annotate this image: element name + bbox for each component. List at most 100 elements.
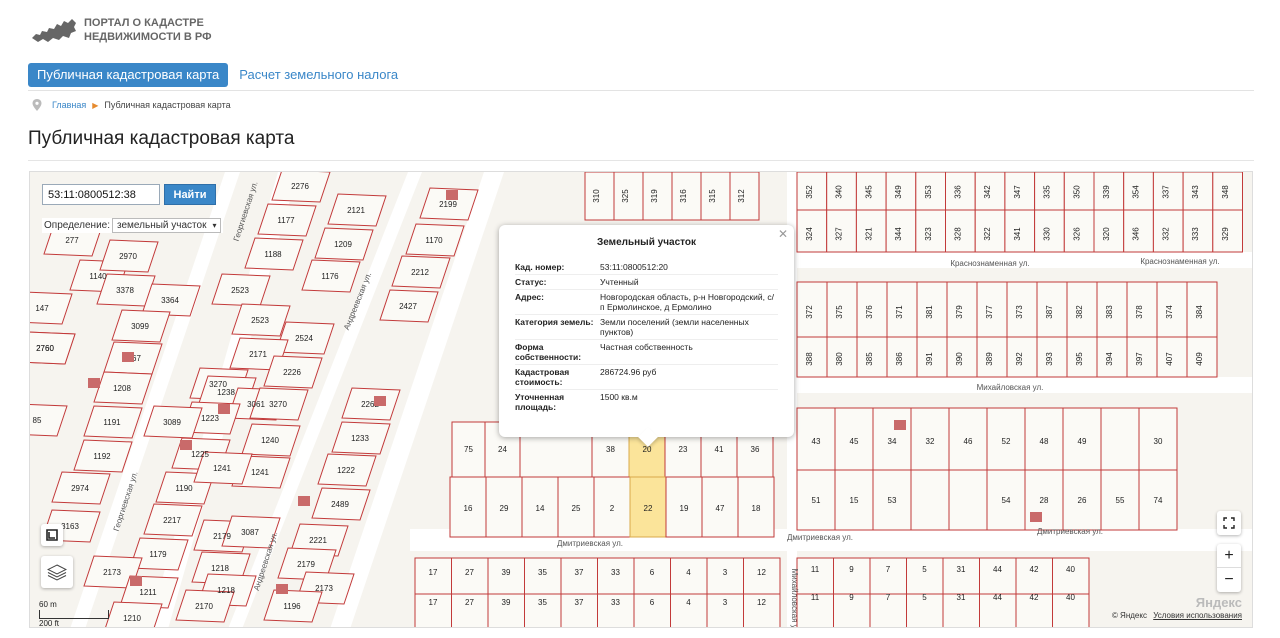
parcel[interactable] — [1100, 407, 1140, 471]
parcel[interactable] — [942, 557, 980, 595]
copyright-text: © Яндекс — [1111, 611, 1147, 620]
breadcrumb: Главная ▶ Публичная кадастровая карта — [32, 99, 231, 111]
parcel-number: 28 — [1040, 496, 1049, 505]
building — [1030, 512, 1042, 522]
fullscreen-icon — [1223, 517, 1235, 529]
parcel[interactable] — [1052, 557, 1090, 595]
parcel-number: 326 — [1072, 227, 1081, 241]
popup-row-cadnum: Кад. номер: 53:11:0800512:20 — [515, 260, 778, 275]
parcel-number: 1233 — [351, 434, 369, 443]
site-logo[interactable]: ПОРТАЛ О КАДАСТРЕ НЕДВИЖИМОСТИ В РФ — [30, 12, 211, 48]
parcel-number: 350 — [1072, 185, 1081, 199]
popup-row-cost: Кадастровая стоимость: 286724.96 руб — [515, 365, 778, 390]
parcel[interactable] — [906, 557, 944, 595]
parcel-number: 15 — [850, 496, 859, 505]
parcel-number: 34 — [888, 437, 897, 446]
parcel-number: 2974 — [71, 484, 89, 493]
title-divider — [28, 160, 1254, 161]
parcel-number: 371 — [895, 305, 904, 319]
scale-imperial: 200 ft — [39, 619, 60, 628]
cadastral-number-input[interactable] — [42, 184, 160, 205]
parcel-number: 3163 — [61, 522, 79, 531]
parcel-number: 2489 — [331, 500, 349, 509]
close-icon[interactable]: ✕ — [778, 227, 788, 241]
parcel-number: 54 — [1002, 496, 1011, 505]
parcel-number: 344 — [894, 227, 903, 241]
tab-cadastral-map[interactable]: Публичная кадастровая карта — [28, 63, 229, 87]
parcel-number: 27 — [465, 568, 474, 577]
parcel-number: 379 — [955, 305, 964, 319]
breadcrumb-home[interactable]: Главная — [52, 100, 86, 110]
popup-value: Новгородская область, р-н Новгородский, … — [600, 292, 774, 312]
parcel-number: 40 — [1066, 593, 1075, 602]
parcel-number: 323 — [924, 227, 933, 241]
parcel-number: 347 — [1013, 185, 1022, 199]
layers-button[interactable] — [41, 556, 73, 588]
parcel-number: 376 — [865, 305, 874, 319]
parcel-number: 11 — [811, 565, 820, 574]
zoom-out-icon[interactable]: − — [1217, 568, 1241, 592]
popup-key: Кадастровая стоимость: — [515, 367, 570, 387]
parcel[interactable] — [979, 557, 1017, 595]
parcel-number: 1218 — [211, 564, 229, 573]
parcel-number: 44 — [993, 565, 1002, 574]
parcel-number: 36 — [751, 445, 760, 454]
parcel-number: 19 — [680, 504, 689, 513]
parcel-number: 319 — [650, 189, 659, 203]
parcel-number: 2171 — [249, 350, 267, 359]
parcel-number: 26 — [1078, 496, 1087, 505]
scale-metric: 60 m — [39, 600, 57, 609]
building — [276, 584, 288, 594]
parcel-number: 7 — [886, 593, 891, 602]
building — [298, 496, 310, 506]
parcel[interactable] — [910, 469, 950, 531]
terms-link[interactable]: Условия использования — [1153, 611, 1242, 620]
street-label: Краснознаменная ул. — [1140, 257, 1219, 266]
parcel-number: 321 — [864, 227, 873, 241]
parcel-number: 393 — [1045, 352, 1054, 366]
popup-key: Кад. номер: — [515, 262, 565, 272]
popup-key: Уточненная площадь: — [515, 392, 565, 412]
parcel[interactable] — [833, 557, 871, 595]
parcel-number: 1192 — [93, 452, 111, 461]
parcel[interactable] — [1015, 557, 1053, 595]
definition-row: Определение: земельный участок ▾ — [42, 218, 224, 233]
parcel-number: 9 — [849, 593, 854, 602]
parcel[interactable] — [948, 469, 988, 531]
parcel-number: 31 — [957, 565, 966, 574]
tab-land-tax[interactable]: Расчет земельного налога — [230, 63, 407, 87]
parcel-number: 1211 — [139, 588, 157, 597]
parcel-number: 3089 — [163, 418, 181, 427]
definition-select[interactable]: земельный участок ▾ — [112, 218, 222, 233]
zoom-in-icon[interactable]: + — [1217, 544, 1241, 568]
parcel-number: 12 — [757, 598, 766, 607]
parcel-number: 389 — [985, 352, 994, 366]
parcel-number: 322 — [983, 227, 992, 241]
parcel-number: 74 — [1154, 496, 1163, 505]
parcel-number: 49 — [1078, 437, 1087, 446]
parcel-number: 33 — [611, 598, 620, 607]
street-label: Михайловская ул. — [790, 569, 799, 628]
cadastral-map[interactable]: 310 325 319 316 315 312 352 340 345 349 353 336 342 3… — [29, 171, 1253, 628]
parcel-number: 1241 — [213, 464, 231, 473]
parcel-number: 1188 — [264, 250, 282, 259]
definition-value: земельный участок — [117, 220, 207, 231]
search-button[interactable]: Найти — [164, 184, 216, 205]
parcel[interactable] — [796, 557, 834, 595]
parcel-number: 343 — [1191, 185, 1200, 199]
parcel-number: 48 — [1040, 437, 1049, 446]
parcel-number: 325 — [621, 189, 630, 203]
parcel-number: 47 — [716, 504, 725, 513]
parcel[interactable] — [869, 557, 907, 595]
fullscreen-button[interactable] — [1217, 511, 1241, 535]
parcel-number: 17 — [429, 598, 438, 607]
parcel-number: 24 — [498, 445, 507, 454]
definition-label: Определение: — [44, 220, 111, 231]
parcel-number: 1222 — [337, 466, 355, 475]
street-label: Дмитриевская ул. — [1037, 527, 1103, 536]
building — [374, 396, 386, 406]
scale-bar: 60 m 200 ft — [39, 600, 109, 628]
parcel-number: 2523 — [231, 286, 249, 295]
ruler-button[interactable] — [41, 524, 63, 546]
logo-line-1: ПОРТАЛ О КАДАСТРЕ — [84, 17, 204, 29]
